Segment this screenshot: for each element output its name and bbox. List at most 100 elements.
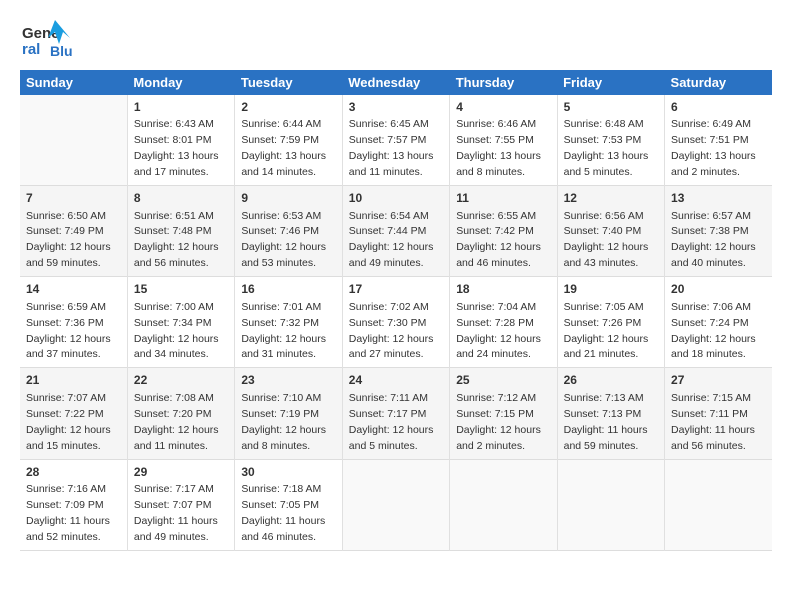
daylight-info: Daylight: 12 hours and 2 minutes. bbox=[456, 424, 541, 452]
day-number: 27 bbox=[671, 372, 766, 389]
calendar-cell: 13 Sunrise: 6:57 AM Sunset: 7:38 PM Dayl… bbox=[665, 186, 772, 277]
sunset-info: Sunset: 7:19 PM bbox=[241, 408, 319, 420]
calendar-cell: 21 Sunrise: 7:07 AM Sunset: 7:22 PM Dayl… bbox=[20, 368, 127, 459]
day-number: 3 bbox=[349, 99, 443, 116]
sunrise-info: Sunrise: 7:02 AM bbox=[349, 301, 429, 313]
daylight-info: Daylight: 12 hours and 31 minutes. bbox=[241, 333, 326, 361]
day-number: 18 bbox=[456, 281, 550, 298]
calendar-cell: 30 Sunrise: 7:18 AM Sunset: 7:05 PM Dayl… bbox=[235, 459, 342, 550]
sunrise-info: Sunrise: 7:16 AM bbox=[26, 483, 106, 495]
day-number: 17 bbox=[349, 281, 443, 298]
sunrise-info: Sunrise: 6:50 AM bbox=[26, 210, 106, 222]
daylight-info: Daylight: 12 hours and 15 minutes. bbox=[26, 424, 111, 452]
daylight-info: Daylight: 13 hours and 2 minutes. bbox=[671, 150, 756, 178]
day-number: 21 bbox=[26, 372, 121, 389]
sunset-info: Sunset: 7:28 PM bbox=[456, 317, 534, 329]
daylight-info: Daylight: 11 hours and 46 minutes. bbox=[241, 515, 325, 543]
calendar-cell: 25 Sunrise: 7:12 AM Sunset: 7:15 PM Dayl… bbox=[450, 368, 557, 459]
sunset-info: Sunset: 7:22 PM bbox=[26, 408, 104, 420]
daylight-info: Daylight: 11 hours and 49 minutes. bbox=[134, 515, 218, 543]
sunset-info: Sunset: 8:01 PM bbox=[134, 134, 212, 146]
calendar-cell: 20 Sunrise: 7:06 AM Sunset: 7:24 PM Dayl… bbox=[665, 277, 772, 368]
daylight-info: Daylight: 11 hours and 56 minutes. bbox=[671, 424, 755, 452]
sunrise-info: Sunrise: 6:57 AM bbox=[671, 210, 751, 222]
page-header: Gene ral Blue bbox=[20, 18, 772, 62]
sunset-info: Sunset: 7:17 PM bbox=[349, 408, 427, 420]
day-number: 19 bbox=[564, 281, 658, 298]
sunset-info: Sunset: 7:32 PM bbox=[241, 317, 319, 329]
sunset-info: Sunset: 7:51 PM bbox=[671, 134, 749, 146]
calendar-cell: 17 Sunrise: 7:02 AM Sunset: 7:30 PM Dayl… bbox=[342, 277, 449, 368]
daylight-info: Daylight: 12 hours and 40 minutes. bbox=[671, 241, 756, 269]
sunrise-info: Sunrise: 6:49 AM bbox=[671, 118, 751, 130]
calendar-cell: 14 Sunrise: 6:59 AM Sunset: 7:36 PM Dayl… bbox=[20, 277, 127, 368]
sunrise-info: Sunrise: 6:54 AM bbox=[349, 210, 429, 222]
day-number: 2 bbox=[241, 99, 335, 116]
calendar-cell: 27 Sunrise: 7:15 AM Sunset: 7:11 PM Dayl… bbox=[665, 368, 772, 459]
sunrise-info: Sunrise: 6:53 AM bbox=[241, 210, 321, 222]
sunrise-info: Sunrise: 7:11 AM bbox=[349, 392, 428, 404]
sunrise-info: Sunrise: 6:46 AM bbox=[456, 118, 536, 130]
sunset-info: Sunset: 7:55 PM bbox=[456, 134, 534, 146]
sunset-info: Sunset: 7:24 PM bbox=[671, 317, 749, 329]
sunrise-info: Sunrise: 7:18 AM bbox=[241, 483, 321, 495]
sunset-info: Sunset: 7:15 PM bbox=[456, 408, 534, 420]
sunrise-info: Sunrise: 6:45 AM bbox=[349, 118, 429, 130]
logo-svg: Gene ral Blue bbox=[20, 18, 72, 62]
calendar-table: SundayMondayTuesdayWednesdayThursdayFrid… bbox=[20, 70, 772, 551]
calendar-day-header: Monday bbox=[127, 70, 234, 95]
day-number: 15 bbox=[134, 281, 228, 298]
daylight-info: Daylight: 12 hours and 56 minutes. bbox=[134, 241, 219, 269]
daylight-info: Daylight: 12 hours and 21 minutes. bbox=[564, 333, 649, 361]
daylight-info: Daylight: 13 hours and 5 minutes. bbox=[564, 150, 649, 178]
sunset-info: Sunset: 7:26 PM bbox=[564, 317, 642, 329]
calendar-cell: 26 Sunrise: 7:13 AM Sunset: 7:13 PM Dayl… bbox=[557, 368, 664, 459]
calendar-cell: 8 Sunrise: 6:51 AM Sunset: 7:48 PM Dayli… bbox=[127, 186, 234, 277]
day-number: 9 bbox=[241, 190, 335, 207]
calendar-cell bbox=[450, 459, 557, 550]
calendar-cell: 7 Sunrise: 6:50 AM Sunset: 7:49 PM Dayli… bbox=[20, 186, 127, 277]
logo: Gene ral Blue bbox=[20, 18, 72, 62]
calendar-cell bbox=[665, 459, 772, 550]
calendar-week-row: 21 Sunrise: 7:07 AM Sunset: 7:22 PM Dayl… bbox=[20, 368, 772, 459]
day-number: 22 bbox=[134, 372, 228, 389]
sunrise-info: Sunrise: 7:08 AM bbox=[134, 392, 214, 404]
day-number: 12 bbox=[564, 190, 658, 207]
calendar-cell: 18 Sunrise: 7:04 AM Sunset: 7:28 PM Dayl… bbox=[450, 277, 557, 368]
daylight-info: Daylight: 13 hours and 14 minutes. bbox=[241, 150, 326, 178]
daylight-info: Daylight: 12 hours and 37 minutes. bbox=[26, 333, 111, 361]
sunset-info: Sunset: 7:53 PM bbox=[564, 134, 642, 146]
sunset-info: Sunset: 7:30 PM bbox=[349, 317, 427, 329]
calendar-cell: 2 Sunrise: 6:44 AM Sunset: 7:59 PM Dayli… bbox=[235, 95, 342, 186]
calendar-week-row: 1 Sunrise: 6:43 AM Sunset: 8:01 PM Dayli… bbox=[20, 95, 772, 186]
day-number: 1 bbox=[134, 99, 228, 116]
calendar-cell: 12 Sunrise: 6:56 AM Sunset: 7:40 PM Dayl… bbox=[557, 186, 664, 277]
sunrise-info: Sunrise: 7:15 AM bbox=[671, 392, 751, 404]
sunset-info: Sunset: 7:59 PM bbox=[241, 134, 319, 146]
sunset-info: Sunset: 7:13 PM bbox=[564, 408, 642, 420]
sunrise-info: Sunrise: 7:05 AM bbox=[564, 301, 644, 313]
daylight-info: Daylight: 12 hours and 49 minutes. bbox=[349, 241, 434, 269]
calendar-header-row: SundayMondayTuesdayWednesdayThursdayFrid… bbox=[20, 70, 772, 95]
day-number: 11 bbox=[456, 190, 550, 207]
sunrise-info: Sunrise: 7:01 AM bbox=[241, 301, 321, 313]
sunset-info: Sunset: 7:11 PM bbox=[671, 408, 748, 420]
sunrise-info: Sunrise: 7:04 AM bbox=[456, 301, 536, 313]
sunset-info: Sunset: 7:20 PM bbox=[134, 408, 212, 420]
daylight-info: Daylight: 12 hours and 46 minutes. bbox=[456, 241, 541, 269]
sunset-info: Sunset: 7:40 PM bbox=[564, 225, 642, 237]
day-number: 7 bbox=[26, 190, 121, 207]
sunrise-info: Sunrise: 6:59 AM bbox=[26, 301, 106, 313]
sunrise-info: Sunrise: 6:43 AM bbox=[134, 118, 214, 130]
daylight-info: Daylight: 11 hours and 52 minutes. bbox=[26, 515, 110, 543]
day-number: 14 bbox=[26, 281, 121, 298]
sunset-info: Sunset: 7:34 PM bbox=[134, 317, 212, 329]
day-number: 4 bbox=[456, 99, 550, 116]
calendar-day-header: Thursday bbox=[450, 70, 557, 95]
day-number: 26 bbox=[564, 372, 658, 389]
sunrise-info: Sunrise: 7:06 AM bbox=[671, 301, 751, 313]
calendar-cell: 3 Sunrise: 6:45 AM Sunset: 7:57 PM Dayli… bbox=[342, 95, 449, 186]
day-number: 16 bbox=[241, 281, 335, 298]
calendar-cell: 11 Sunrise: 6:55 AM Sunset: 7:42 PM Dayl… bbox=[450, 186, 557, 277]
sunrise-info: Sunrise: 7:00 AM bbox=[134, 301, 214, 313]
